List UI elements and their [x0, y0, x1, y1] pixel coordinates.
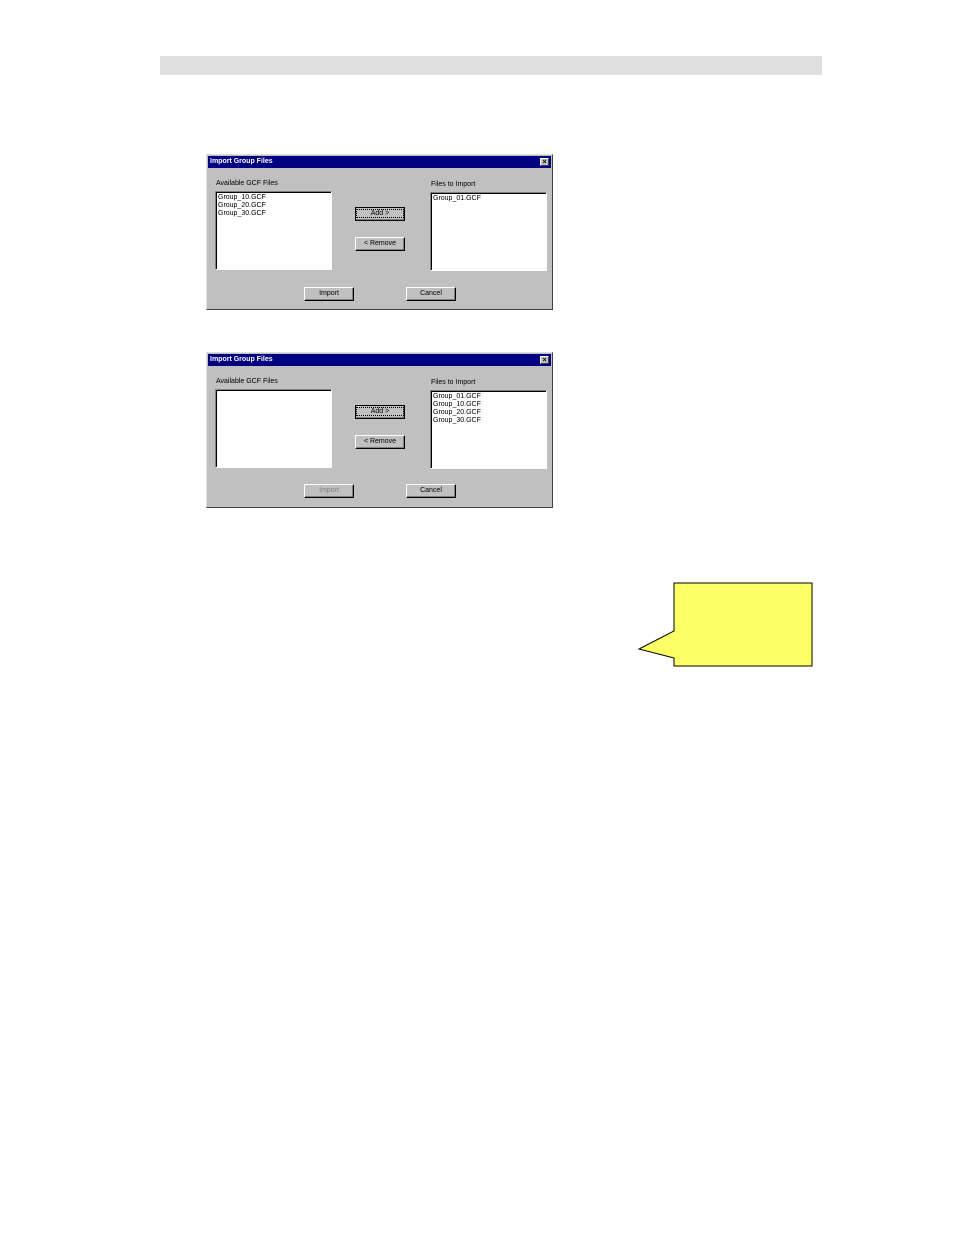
remove-button[interactable]: < Remove: [355, 237, 405, 251]
callout-shape: [637, 582, 813, 667]
header-band: [160, 56, 822, 75]
files-to-import-list[interactable]: Group_01.GCF: [430, 192, 547, 271]
import-button[interactable]: Import: [304, 484, 354, 498]
list-item[interactable]: Group_20.GCF: [433, 409, 544, 417]
files-to-import-label: Files to Import: [431, 379, 476, 386]
dialog-title: Import Group Files: [210, 158, 273, 165]
dialog-titlebar: Import Group Files ×: [208, 156, 551, 168]
remove-button[interactable]: < Remove: [355, 435, 405, 449]
available-files-label: Available GCF Files: [216, 378, 278, 385]
add-button[interactable]: Add >: [355, 405, 405, 419]
dialog-title: Import Group Files: [210, 356, 273, 363]
import-button[interactable]: Import: [304, 287, 354, 301]
close-icon[interactable]: ×: [540, 356, 549, 364]
add-button[interactable]: Add >: [355, 207, 405, 221]
dialog-titlebar: Import Group Files ×: [208, 354, 551, 366]
import-group-files-dialog-2: Import Group Files × Available GCF Files…: [206, 352, 553, 508]
available-files-label: Available GCF Files: [216, 180, 278, 187]
list-item[interactable]: Group_10.GCF: [218, 194, 329, 202]
list-item[interactable]: Group_01.GCF: [433, 195, 544, 203]
available-files-list[interactable]: Group_10.GCF Group_20.GCF Group_30.GCF: [215, 191, 332, 270]
cancel-button[interactable]: Cancel: [406, 484, 456, 498]
list-item[interactable]: Group_30.GCF: [218, 210, 329, 218]
list-item[interactable]: Group_30.GCF: [433, 417, 544, 425]
files-to-import-label: Files to Import: [431, 181, 476, 188]
cancel-button[interactable]: Cancel: [406, 287, 456, 301]
list-item[interactable]: Group_20.GCF: [218, 202, 329, 210]
available-files-list[interactable]: [215, 389, 332, 468]
files-to-import-list[interactable]: Group_01.GCF Group_10.GCF Group_20.GCF G…: [430, 390, 547, 469]
close-icon[interactable]: ×: [540, 158, 549, 166]
list-item[interactable]: Group_10.GCF: [433, 401, 544, 409]
list-item[interactable]: Group_01.GCF: [433, 393, 544, 401]
import-group-files-dialog-1: Import Group Files × Available GCF Files…: [206, 154, 553, 310]
callout-bubble: [637, 582, 813, 667]
